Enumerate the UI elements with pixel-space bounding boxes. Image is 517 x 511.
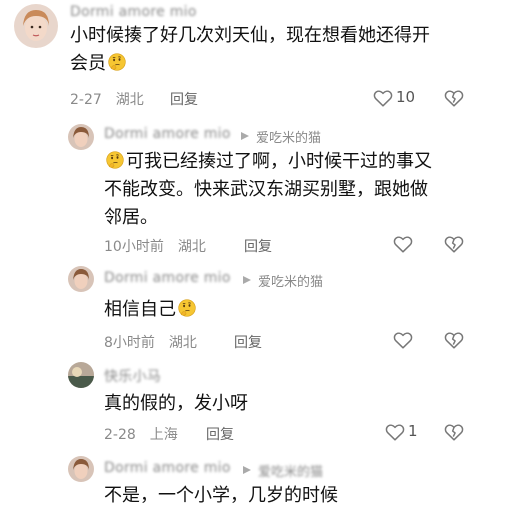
avatar[interactable] — [68, 456, 94, 482]
broken-heart-icon[interactable] — [443, 87, 465, 109]
comment-date: 10小时前 — [104, 239, 164, 255]
reply-comment-3: 快乐小马 真的假的，发小呀 2-28 上海 回复 1 — [0, 358, 517, 450]
triangle-right-icon — [243, 466, 251, 474]
comment-text: 不是，一个小学，几岁的时候 — [104, 482, 484, 510]
comment-text-line2: 不能改变。快来武汉东湖买别墅，跟她做 — [104, 179, 428, 200]
triangle-right-icon — [243, 276, 251, 284]
comment-location: 湖北 — [177, 239, 206, 255]
reply-to-username[interactable]: 爱吃米的猫 — [256, 127, 321, 146]
comment-text-line3: 邻居。 — [104, 207, 158, 228]
comment-text: 可我已经揍过了啊，小时候干过的事又 不能改变。快来武汉东湖买别墅，跟她做 邻居。 — [104, 148, 504, 232]
broken-heart-icon[interactable] — [443, 421, 465, 443]
thinking-face-emoji — [107, 52, 127, 72]
reply-comment-4: Dormi amore mio 爱吃米的猫 不是，一个小学，几岁的时候 — [0, 450, 517, 511]
avatar[interactable] — [68, 124, 94, 150]
comment-text-line1: 小时候揍了好几次刘天仙，现在想看她还得开 — [70, 25, 430, 46]
reply-comment-1: Dormi amore mio 爱吃米的猫 可我已经揍过了啊，小时候干过的事又 … — [0, 118, 517, 258]
comment-location: 上海 — [149, 427, 178, 443]
comment-text: 真的假的，发小呀 — [104, 390, 484, 418]
username[interactable]: Dormi amore mio — [104, 460, 231, 476]
avatar-image — [68, 362, 94, 388]
like-icon[interactable] — [372, 87, 394, 109]
avatar-image — [68, 124, 94, 150]
avatar[interactable] — [68, 266, 94, 292]
reply-to-username[interactable]: 爱吃米的猫 — [258, 461, 323, 480]
thinking-face-emoji — [105, 150, 125, 170]
reply-button[interactable]: 回复 — [244, 236, 272, 256]
comment-1: Dormi amore mio 小时候揍了好几次刘天仙，现在想看她还得开 会员 … — [0, 0, 517, 118]
reply-button[interactable]: 回复 — [170, 89, 198, 109]
avatar-image — [14, 4, 58, 48]
like-icon[interactable] — [384, 421, 406, 443]
reply-button[interactable]: 回复 — [206, 424, 234, 444]
comment-meta: 2-27 湖北 — [70, 89, 158, 109]
comment-meta: 2-28 上海 — [104, 424, 192, 444]
comment-text-line1: 真的假的，发小呀 — [104, 393, 248, 414]
broken-heart-icon[interactable] — [443, 329, 465, 351]
comment-meta: 10小时前 湖北 — [104, 236, 220, 256]
avatar-image — [68, 266, 94, 292]
comment-text: 小时候揍了好几次刘天仙，现在想看她还得开 会员 — [70, 22, 490, 78]
comment-text-line1: 不是，一个小学，几岁的时候 — [104, 485, 338, 506]
triangle-right-icon — [241, 132, 249, 140]
comment-meta: 8小时前 湖北 — [104, 332, 211, 352]
like-icon[interactable] — [392, 233, 414, 255]
comment-text-line1: 相信自己 — [104, 299, 176, 320]
avatar[interactable] — [68, 362, 94, 388]
reply-to-username[interactable]: 爱吃米的猫 — [258, 271, 323, 290]
like-icon[interactable] — [392, 329, 414, 351]
username[interactable]: Dormi amore mio — [104, 126, 231, 142]
reply-button[interactable]: 回复 — [234, 332, 262, 352]
comment-date: 8小时前 — [104, 335, 155, 351]
username[interactable]: Dormi amore mio — [70, 4, 197, 20]
avatar[interactable] — [14, 4, 58, 48]
thinking-face-emoji — [177, 298, 197, 318]
username[interactable]: 快乐小马 — [104, 366, 161, 386]
comment-date: 2-27 — [70, 92, 102, 108]
reply-comment-2: Dormi amore mio 爱吃米的猫 相信自己 8小时前 湖北 回复 — [0, 258, 517, 358]
broken-heart-icon[interactable] — [443, 233, 465, 255]
comment-location: 湖北 — [168, 335, 197, 351]
comment-text-line1: 可我已经揍过了啊，小时候干过的事又 — [126, 151, 432, 172]
comment-location: 湖北 — [115, 92, 144, 108]
like-count: 10 — [396, 88, 416, 106]
comment-date: 2-28 — [104, 427, 136, 443]
comment-text-line2: 会员 — [70, 53, 106, 74]
like-count: 1 — [408, 422, 418, 440]
avatar-image — [68, 456, 94, 482]
comment-text: 相信自己 — [104, 296, 484, 324]
username[interactable]: Dormi amore mio — [104, 270, 231, 286]
